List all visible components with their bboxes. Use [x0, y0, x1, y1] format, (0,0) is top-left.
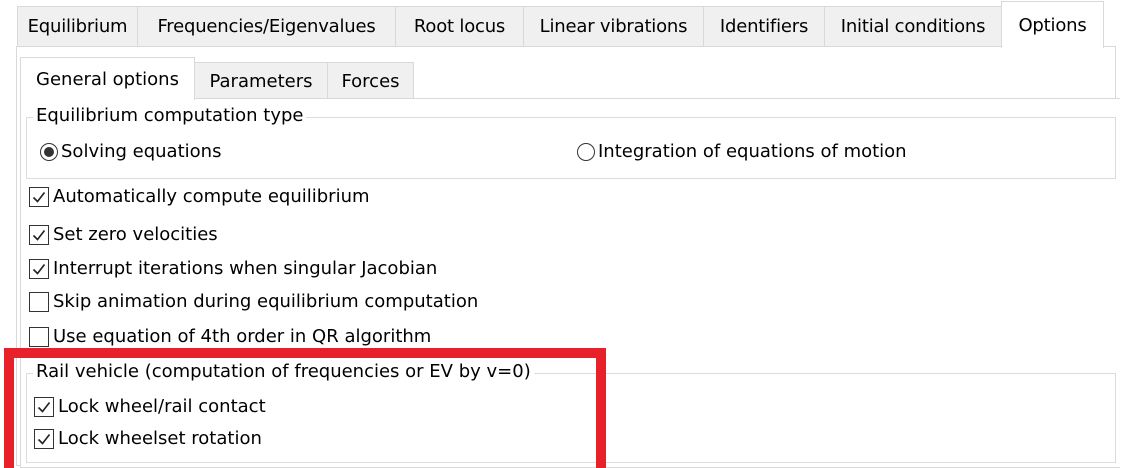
- checkbox-label: Skip animation during equilibrium comput…: [53, 291, 479, 312]
- checkbox-skip-animation[interactable]: Skip animation during equilibrium comput…: [29, 291, 478, 312]
- checkbox-label: Use equation of 4th order in QR algorith…: [53, 326, 432, 347]
- tab-parameters[interactable]: Parameters: [194, 62, 328, 99]
- radio-selected-icon: [40, 142, 58, 161]
- checkbox-lock-wheelset-rotation[interactable]: Lock wheelset rotation: [34, 428, 262, 449]
- checkmark-icon: [34, 428, 54, 449]
- radio-label: Integration of equations of motion: [598, 141, 907, 162]
- checkbox-auto-compute-equilibrium[interactable]: Automatically compute equilibrium: [29, 186, 370, 207]
- checkbox-lock-wheel-rail-contact[interactable]: Lock wheel/rail contact: [34, 396, 266, 417]
- radio-label: Solving equations: [61, 141, 222, 162]
- tab-options[interactable]: Options: [1001, 1, 1104, 48]
- rail-vehicle-title: Rail vehicle (computation of frequencies…: [33, 361, 534, 382]
- checkmark-icon: [34, 396, 54, 417]
- tab-general-options[interactable]: General options: [20, 57, 195, 100]
- rail-vehicle-group: [26, 373, 1116, 463]
- equilibrium-type-title: Equilibrium computation type: [33, 105, 307, 126]
- checkbox-label: Automatically compute equilibrium: [53, 186, 370, 207]
- checkbox-empty-icon: [29, 326, 49, 347]
- checkbox-interrupt-iterations[interactable]: Interrupt iterations when singular Jacob…: [29, 258, 437, 279]
- checkbox-label: Interrupt iterations when singular Jacob…: [53, 258, 438, 279]
- outer-tab-strip: Equilibrium Frequencies/Eigenvalues Root…: [0, 0, 1123, 48]
- radio-unselected-icon: [577, 142, 595, 161]
- tab-frequencies-eigenvalues[interactable]: Frequencies/Eigenvalues: [137, 6, 396, 46]
- tab-forces[interactable]: Forces: [327, 62, 414, 99]
- tab-root-locus[interactable]: Root locus: [395, 6, 524, 46]
- checkbox-label: Set zero velocities: [53, 224, 218, 245]
- checkmark-icon: [29, 258, 49, 279]
- checkbox-empty-icon: [29, 291, 49, 312]
- checkbox-label: Lock wheelset rotation: [58, 428, 262, 449]
- tab-linear-vibrations[interactable]: Linear vibrations: [523, 6, 704, 46]
- checkbox-use-4th-order-qr[interactable]: Use equation of 4th order in QR algorith…: [29, 326, 431, 347]
- checkmark-icon: [29, 224, 49, 245]
- radio-integration-of-equations[interactable]: Integration of equations of motion: [577, 141, 907, 162]
- tab-equilibrium[interactable]: Equilibrium: [17, 6, 138, 46]
- tab-identifiers[interactable]: Identifiers: [703, 6, 825, 46]
- checkbox-label: Lock wheel/rail contact: [58, 396, 266, 417]
- checkbox-set-zero-velocities[interactable]: Set zero velocities: [29, 224, 218, 245]
- radio-solving-equations[interactable]: Solving equations: [40, 141, 221, 162]
- tab-initial-conditions[interactable]: Initial conditions: [824, 6, 1002, 46]
- checkmark-icon: [29, 186, 49, 207]
